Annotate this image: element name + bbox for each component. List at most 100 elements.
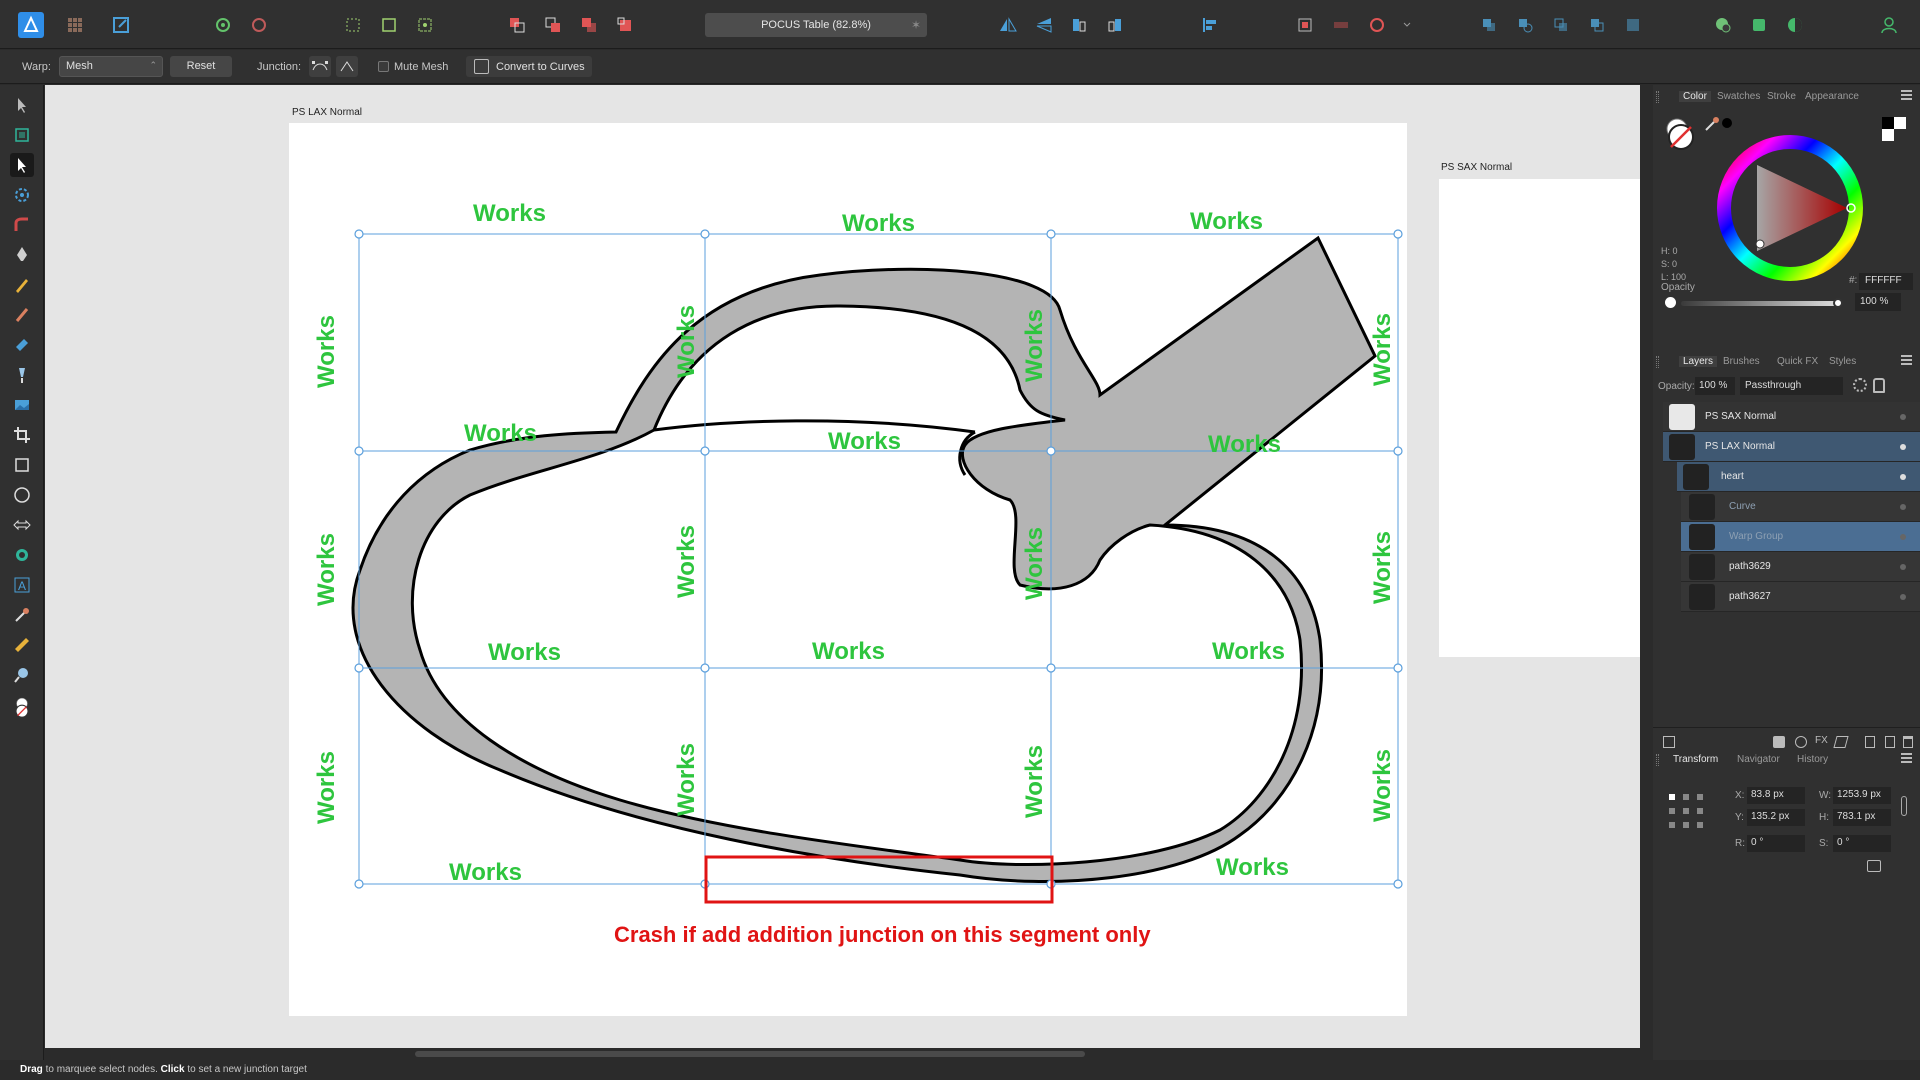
rotate-left-icon[interactable] <box>1066 12 1092 38</box>
flip-vertical-icon[interactable] <box>1031 12 1057 38</box>
layer-name[interactable]: Curve <box>1729 501 1756 512</box>
fx-icon[interactable]: FX <box>1815 735 1828 746</box>
anchor-grid-icon[interactable] <box>1665 790 1709 834</box>
mute-mesh-checkbox[interactable] <box>378 61 389 72</box>
delete-icon[interactable] <box>1903 736 1913 748</box>
shape-builder-tool-icon[interactable] <box>10 543 34 567</box>
xor-operation-icon[interactable] <box>1584 12 1610 38</box>
pixel-layer-icon[interactable] <box>1833 736 1849 748</box>
add-layer-icon[interactable] <box>1865 736 1875 748</box>
mute-mesh-label[interactable]: Mute Mesh <box>394 61 448 73</box>
panel-grip[interactable] <box>1656 754 1659 766</box>
gear-icon[interactable] <box>1853 378 1867 392</box>
color-wheel[interactable] <box>1715 133 1865 283</box>
arrange-forward-icon[interactable] <box>576 12 602 38</box>
blend-mode-select[interactable]: Passthrough <box>1740 377 1843 395</box>
arrange-front-icon[interactable] <box>612 12 638 38</box>
place-image-tool-icon[interactable] <box>10 393 34 417</box>
layer-visibility-icon[interactable] <box>1900 444 1906 450</box>
tab-navigator[interactable]: Navigator <box>1737 754 1780 765</box>
corner-tool-icon[interactable] <box>10 213 34 237</box>
hex-input[interactable]: FFFFFF <box>1859 273 1913 290</box>
preferences-icon[interactable] <box>1746 12 1772 38</box>
layer-row[interactable]: heart <box>1677 462 1920 492</box>
intersect-operation-icon[interactable] <box>1548 12 1574 38</box>
group-icon[interactable] <box>1885 736 1895 748</box>
move-tool-icon[interactable] <box>10 93 34 117</box>
artboard-tool-icon[interactable] <box>10 123 34 147</box>
opacity-slider[interactable] <box>1681 301 1837 306</box>
panel-menu-icon[interactable] <box>1901 90 1912 101</box>
layer-row[interactable]: Curve <box>1681 492 1920 522</box>
flip-horizontal-icon[interactable] <box>995 12 1021 38</box>
tab-swatches[interactable]: Swatches <box>1717 91 1760 102</box>
horizontal-scroll-thumb[interactable] <box>415 1051 1085 1057</box>
canvas[interactable]: PS LAX Normal PS SAX Normal Works Works … <box>45 85 1640 1048</box>
junction-sharp-icon[interactable] <box>336 56 358 77</box>
boolean-icon[interactable] <box>1328 12 1354 38</box>
account-icon[interactable] <box>1876 12 1902 38</box>
app-logo-icon[interactable] <box>18 12 44 38</box>
layer-name[interactable]: path3629 <box>1729 561 1771 572</box>
ellipse-tool-icon[interactable] <box>10 483 34 507</box>
layer-row[interactable]: PS LAX Normal <box>1663 432 1920 462</box>
horizontal-scrollbar[interactable] <box>45 1048 1640 1060</box>
layer-row[interactable]: path3627 <box>1681 582 1920 612</box>
y-input[interactable]: 135.2 px <box>1747 809 1805 826</box>
layer-visibility-icon[interactable] <box>1900 474 1906 480</box>
select-object-icon[interactable] <box>412 12 438 38</box>
vertical-scrollbar[interactable] <box>1640 85 1652 1060</box>
fill-tool-icon[interactable] <box>10 333 34 357</box>
pencil-tool-icon[interactable] <box>10 273 34 297</box>
node-tool-icon[interactable] <box>10 153 34 177</box>
layer-row[interactable]: path3629 <box>1681 552 1920 582</box>
rectangle-tool-icon[interactable] <box>10 453 34 477</box>
layer-visibility-icon[interactable] <box>1900 594 1906 600</box>
layer-visibility-icon[interactable] <box>1900 504 1906 510</box>
transform-options-icon[interactable] <box>1867 860 1881 872</box>
w-input[interactable]: 1253.9 px <box>1833 787 1891 804</box>
tab-appearance[interactable]: Appearance <box>1805 91 1859 102</box>
layer-name[interactable]: Warp Group <box>1729 531 1783 542</box>
lock-icon[interactable] <box>1873 378 1885 393</box>
text-tool-icon[interactable]: A <box>10 573 34 597</box>
layer-visibility-icon[interactable] <box>1900 534 1906 540</box>
color-picker-tool-icon[interactable] <box>10 603 34 627</box>
shape-tool-icon[interactable] <box>10 513 34 537</box>
add-operation-icon[interactable] <box>1476 12 1502 38</box>
divide-operation-icon[interactable] <box>1620 12 1646 38</box>
document-title[interactable]: POCUS Table (82.8%) ✶ <box>705 13 927 37</box>
tab-styles[interactable]: Styles <box>1829 356 1856 367</box>
layer-row[interactable]: Warp Group <box>1681 522 1920 552</box>
snapping-settings-icon[interactable] <box>210 12 236 38</box>
arrange-backward-icon[interactable] <box>540 12 566 38</box>
layer-opacity-input[interactable]: 100 % <box>1695 377 1735 395</box>
rotation-input[interactable]: 0 ° <box>1747 835 1805 852</box>
panel-grip[interactable] <box>1656 356 1659 368</box>
vector-brush-tool-icon[interactable] <box>10 303 34 327</box>
shear-input[interactable]: 0 ° <box>1833 835 1891 852</box>
align-icon[interactable] <box>1196 12 1222 38</box>
mask-icon[interactable] <box>1773 736 1785 748</box>
tab-stroke[interactable]: Stroke <box>1767 91 1796 102</box>
assistant-icon[interactable] <box>1710 12 1736 38</box>
measure-tool-icon[interactable] <box>10 633 34 657</box>
close-star-icon[interactable]: ✶ <box>911 13 921 37</box>
crop-tool-icon[interactable] <box>10 423 34 447</box>
panel-menu-icon[interactable] <box>1901 753 1912 764</box>
opacity-slider-handle[interactable] <box>1833 298 1843 308</box>
panel-grip[interactable] <box>1656 91 1659 103</box>
fill-stroke-swatch-icon[interactable] <box>10 697 34 741</box>
transparency-tool-icon[interactable] <box>10 363 34 387</box>
warp-mode-select[interactable]: Mesh ⌃ <box>59 56 163 77</box>
layer-name[interactable]: PS SAX Normal <box>1705 411 1776 422</box>
heart-shape[interactable] <box>351 235 1377 883</box>
tab-history[interactable]: History <box>1797 754 1828 765</box>
panel-menu-icon[interactable] <box>1901 355 1912 366</box>
bounding-box-icon[interactable] <box>376 12 402 38</box>
layer-visibility-icon[interactable] <box>1900 564 1906 570</box>
persona-grid-icon[interactable] <box>62 12 88 38</box>
rotate-right-icon[interactable] <box>1102 12 1128 38</box>
layer-visibility-icon[interactable] <box>1900 414 1906 420</box>
x-input[interactable]: 83.8 px <box>1747 787 1805 804</box>
